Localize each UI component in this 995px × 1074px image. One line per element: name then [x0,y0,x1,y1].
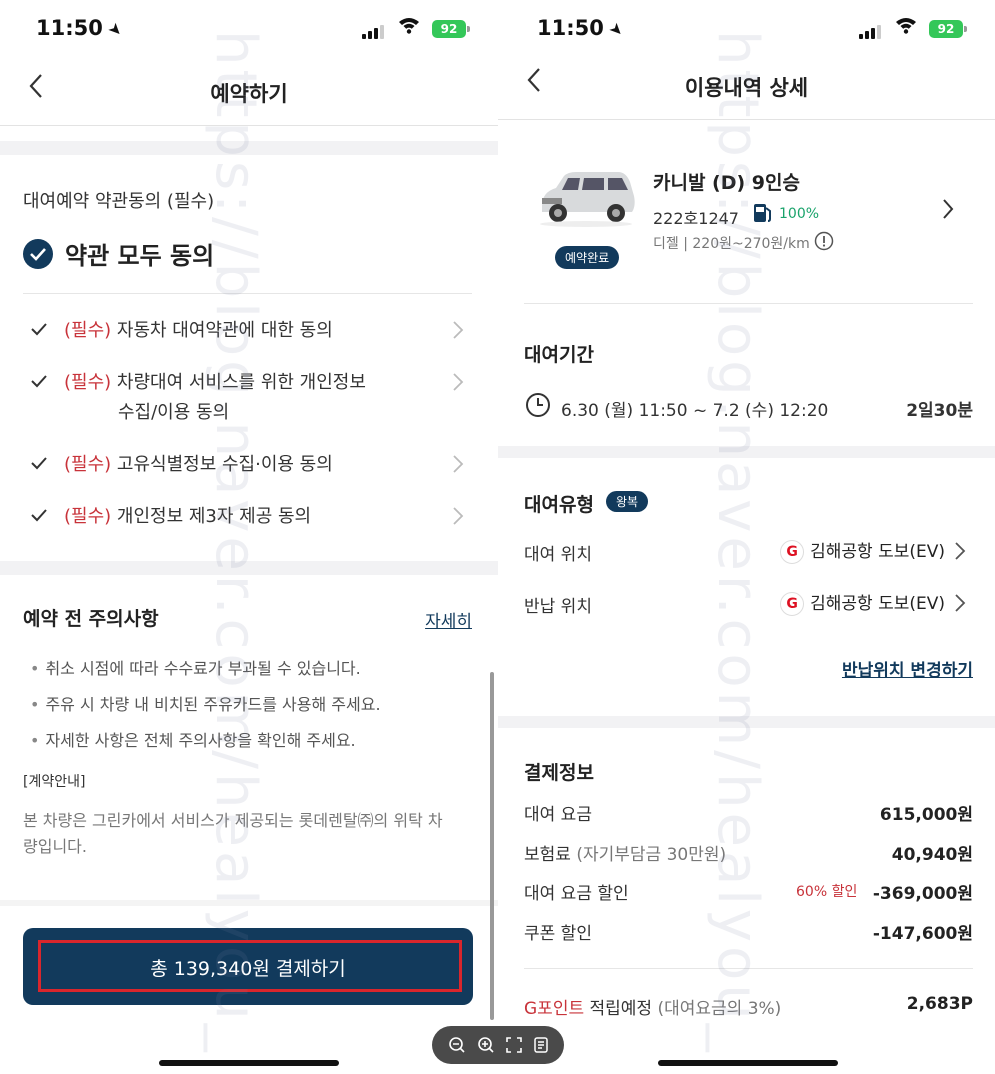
terms-heading: 대여예약 약관동의 (필수) [23,191,215,212]
rental-period: 6.30 (월) 11:50 ~ 7.2 (수) 12:20 [561,401,829,421]
contract-label: [계약안내] [23,774,86,790]
check-icon [31,509,47,522]
contract-text: 량입니다. [23,837,87,856]
discount-label: 대여 요금 할인 [524,884,629,904]
zoom-out-icon[interactable] [448,1036,466,1054]
coupon-value: -147,600원 [872,924,973,944]
chevron-right-icon[interactable] [452,320,464,340]
signal-icon [362,20,386,39]
check-circle-icon[interactable] [23,238,53,269]
return-label: 반납 위치 [524,597,592,617]
g-icon: G [780,592,805,616]
status-time: 11:50➤ [36,16,128,41]
notice-item: • 취소 시점에 따라 수수료가 부과될 수 있습니다. [30,659,361,678]
pickup-location[interactable]: G 김해공항 도보(EV) [780,537,945,564]
agree-all-label: 약관 모두 동의 [65,242,215,270]
chevron-right-icon[interactable] [452,454,464,474]
pickup-label: 대여 위치 [524,545,592,565]
viewer-toolbar [432,1026,564,1064]
car-image [540,172,635,227]
discount-value: -369,000원 [872,884,973,904]
battery-icon: 92 [432,20,470,38]
insurance-label: 보험료 (자기부담금 30만원) [524,845,727,865]
home-indicator [658,1060,838,1066]
check-icon [31,375,47,388]
wifi-icon [398,16,420,39]
fuel-level: 100% [779,206,820,222]
return-location[interactable]: G 김해공항 도보(EV) [780,589,945,616]
g-icon: G [780,540,805,564]
battery-icon: 92 [929,20,967,38]
chevron-right-icon[interactable] [954,593,966,613]
watermark: https://blog.naver.com/healyou_ [705,30,770,1056]
scrollbar[interactable] [490,672,494,1020]
chevron-right-icon[interactable] [942,198,954,220]
location-arrow-icon: ➤ [104,18,128,41]
rental-duration: 2일30분 [906,401,973,421]
signal-icon [859,20,883,39]
notice-heading: 예약 전 주의사항 [23,608,159,630]
check-icon [31,457,47,470]
location-arrow-icon: ➤ [605,18,629,41]
rental-fee-value: 615,000원 [879,805,973,825]
insurance-value: 40,940원 [891,845,973,865]
notice-detail-link[interactable]: 자세히 [425,607,472,632]
chevron-right-icon[interactable] [954,541,966,561]
type-heading: 대여유형 [524,494,594,516]
period-heading: 대여기간 [524,344,594,366]
required-tag: (필수) [64,320,112,341]
clock-icon [526,393,550,417]
wifi-icon [895,16,917,39]
discount-rate: 60% 할인 [796,884,858,900]
fullscreen-icon[interactable] [505,1037,522,1053]
required-tag: (필수) [64,372,112,393]
coupon-label: 쿠폰 할인 [524,924,592,944]
required-tag: (필수) [64,454,112,475]
change-return-link[interactable]: 반납위치 변경하기 [842,656,973,681]
zoom-in-icon[interactable] [477,1036,495,1054]
check-icon [31,323,47,336]
agree-all-row[interactable]: 약관 모두 동의 [23,236,214,271]
payment-heading: 결제정보 [524,762,594,784]
status-badge: 예약완료 [555,246,620,269]
status-time: 11:50➤ [537,16,629,41]
document-icon[interactable] [533,1037,549,1053]
chevron-right-icon[interactable] [452,506,464,526]
info-icon[interactable] [814,231,834,251]
home-indicator [159,1060,339,1066]
chevron-right-icon[interactable] [452,372,464,392]
type-badge: 왕복 [606,491,649,512]
rental-fee-label: 대여 요금 [524,805,592,825]
gpoint-value: 2,683P [906,994,973,1014]
notice-item: • 자세한 사항은 전체 주의사항을 확인해 주세요. [30,731,356,750]
required-tag: (필수) [64,506,112,527]
watermark: https://blog.naver.com/healyou_ [203,30,268,1056]
